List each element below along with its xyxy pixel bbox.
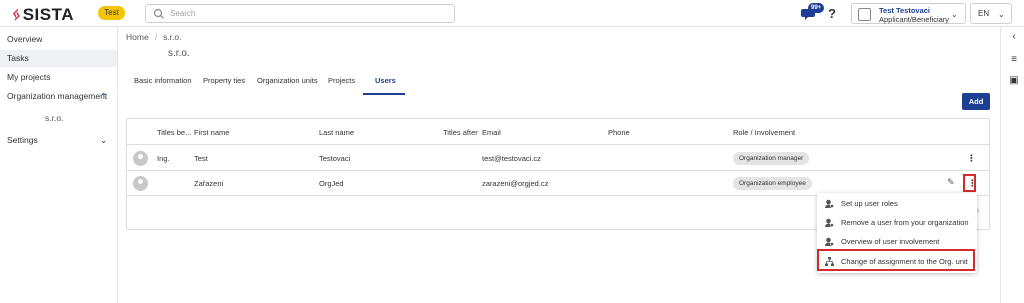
role-chip: Organization employee — [733, 177, 812, 190]
chevron-down-icon: ⌄ — [951, 10, 958, 19]
chevron-down-icon: ⌄ — [998, 10, 1005, 19]
search-input[interactable]: Search — [145, 4, 455, 23]
column-header-role[interactable]: Role / Involvement — [733, 128, 795, 137]
column-header-email[interactable]: Email — [482, 128, 501, 137]
column-header-titles-after[interactable]: Titles after — [443, 128, 478, 137]
tab-projects[interactable]: Projects — [328, 76, 355, 85]
active-tab-indicator — [363, 93, 405, 95]
menu-item-remove-user[interactable]: Remove a user from your organization — [817, 213, 977, 232]
user-avatar-icon — [858, 8, 871, 21]
table-header: Titles be... First name Last name Titles… — [127, 119, 989, 145]
menu-item-label: Overview of user involvement — [841, 237, 940, 246]
kebab-highlight-frame — [963, 174, 976, 192]
user-avatar-icon — [133, 176, 148, 191]
menu-item-highlight-frame — [817, 249, 975, 271]
tab-property-ties[interactable]: Property ties — [203, 76, 245, 85]
sidebar-item-organization[interactable]: s.r.o. — [0, 110, 117, 127]
user-name: Test Testovaci — [879, 6, 930, 15]
sidebar-item-overview[interactable]: Overview — [0, 31, 117, 48]
cell-first-name: Zařazeni — [194, 179, 224, 188]
cell-last-name: Testovaci — [319, 154, 351, 163]
calendar-icon[interactable]: ▣ — [1008, 75, 1020, 87]
tab-users[interactable]: Users — [375, 76, 396, 85]
sidebar-item-label: Organization management — [7, 91, 108, 101]
sidebar-item-tasks[interactable]: Tasks — [0, 50, 117, 67]
notifications-count-badge: 99+ — [808, 3, 825, 13]
cell-last-name: OrgJed — [319, 179, 344, 188]
sidebar-item-label: Settings — [7, 135, 38, 145]
column-header-titles-before[interactable]: Titles be... — [157, 128, 191, 137]
sidebar: Overview Tasks My projects Organization … — [0, 27, 118, 303]
tab-organization-units[interactable]: Organization units — [257, 76, 317, 85]
user-settings-icon — [825, 199, 834, 208]
user-remove-icon — [825, 218, 834, 227]
logo-mark-icon: ᛃ — [10, 5, 21, 24]
user-role: Applicant/Beneficiary — [879, 15, 950, 24]
column-header-first-name[interactable]: First name — [194, 128, 229, 137]
environment-badge: Test — [98, 6, 125, 20]
language-code: EN — [978, 9, 990, 18]
edit-pencil-icon[interactable]: ✎ — [947, 177, 955, 188]
logo-text: SISTA — [22, 5, 75, 24]
search-placeholder: Search — [170, 9, 196, 18]
filter-list-icon[interactable]: ≡ — [1008, 54, 1020, 66]
table-row[interactable]: Ing. Test Testovaci test@testovaci.cz Or… — [127, 146, 989, 171]
cell-email: zarazeni@orgjed.cz — [482, 179, 549, 188]
user-info-icon — [825, 237, 834, 246]
collapse-left-icon[interactable]: ‹ — [1008, 31, 1020, 43]
help-icon[interactable]: ? — [828, 6, 836, 21]
sidebar-item-organization-management[interactable]: Organization management ⌃ — [0, 88, 117, 105]
column-header-phone[interactable]: Phone — [608, 128, 630, 137]
right-rail: ‹ ≡ ▣ — [1000, 27, 1024, 303]
user-avatar-icon — [133, 151, 148, 166]
app-logo[interactable]: ᛃ SISTA — [10, 5, 74, 25]
role-chip: Organization manager — [733, 152, 810, 165]
add-user-button[interactable]: Add — [962, 93, 990, 110]
breadcrumb: Home / s.r.o. — [126, 32, 182, 42]
menu-item-label: Remove a user from your organization — [841, 218, 969, 227]
menu-item-set-up-user-roles[interactable]: Set up user roles — [817, 194, 977, 213]
column-header-last-name[interactable]: Last name — [319, 128, 354, 137]
tab-basic-information[interactable]: Basic information — [134, 76, 192, 85]
breadcrumb-current: s.r.o. — [163, 32, 182, 42]
chevron-up-icon: ⌃ — [100, 92, 107, 101]
sidebar-item-my-projects[interactable]: My projects — [0, 69, 117, 86]
top-bar: ᛃ SISTA Test Search 99+ ? Test Testovaci … — [0, 0, 1024, 27]
breadcrumb-separator: / — [154, 32, 158, 42]
sidebar-item-settings[interactable]: Settings ⌄ — [0, 132, 117, 149]
cell-title-before: Ing. — [157, 154, 170, 163]
page-title: s.r.o. — [168, 48, 190, 59]
breadcrumb-home[interactable]: Home — [126, 32, 149, 42]
chevron-down-icon: ⌄ — [100, 136, 107, 145]
more-options-icon[interactable]: ⋮ — [967, 153, 976, 164]
cell-email: test@testovaci.cz — [482, 154, 541, 163]
search-icon — [153, 8, 164, 19]
cell-first-name: Test — [194, 154, 208, 163]
user-menu[interactable]: Test Testovaci Applicant/Beneficiary ⌄ — [851, 3, 966, 24]
language-select[interactable]: EN ⌄ — [970, 3, 1012, 24]
menu-item-label: Set up user roles — [841, 199, 898, 208]
